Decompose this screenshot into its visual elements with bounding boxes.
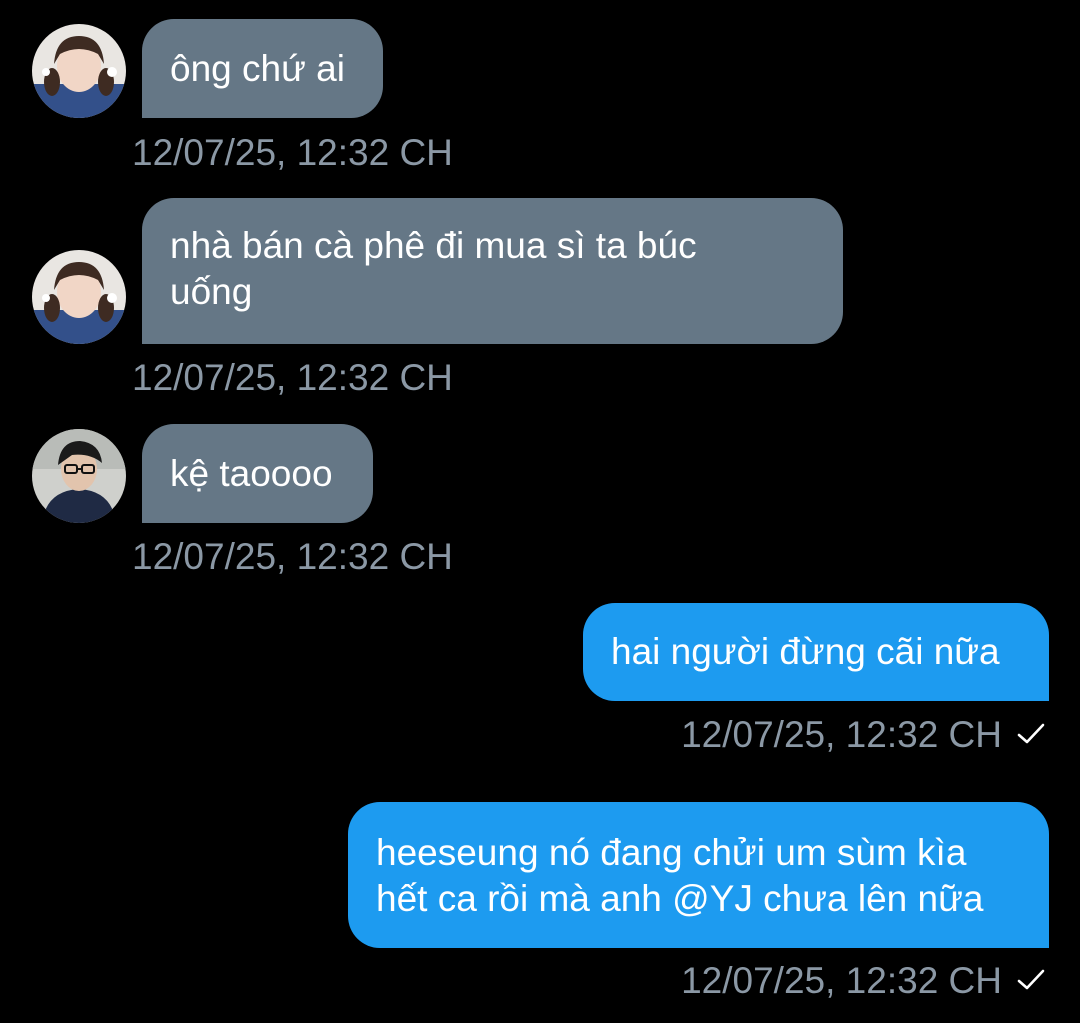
message-timestamp: 12/07/25, 12:32 CH bbox=[132, 132, 453, 173]
message-timestamp-row: 12/07/25, 12:32 CH bbox=[681, 713, 1046, 759]
incoming-message-bubble[interactable]: nhà bán cà phê đi mua sì ta búc uống bbox=[142, 198, 843, 344]
message-timestamp-row: 12/07/25, 12:32 CH bbox=[681, 959, 1046, 1005]
message-text-line: nhà bán cà phê đi mua sì ta búc bbox=[170, 225, 697, 266]
message-text-line: uống bbox=[170, 271, 253, 312]
outgoing-message-bubble[interactable]: hai người đừng cãi nữa bbox=[583, 603, 1049, 701]
incoming-message-bubble[interactable]: ông chứ ai bbox=[142, 19, 383, 118]
message-timestamp: 12/07/25, 12:32 CH bbox=[681, 714, 1002, 755]
message-text-line: hết ca rồi mà anh @YJ chưa lên nữa bbox=[376, 878, 984, 919]
chat-thread: ông chứ ai 12/07/25, 12:32 CH nhà bán cà… bbox=[0, 0, 1080, 1023]
message-text: hai người đừng cãi nữa bbox=[611, 631, 1000, 672]
avatar[interactable] bbox=[32, 24, 126, 118]
check-icon bbox=[1016, 712, 1046, 756]
outgoing-message-bubble[interactable]: heeseung nó đang chửi um sùm kìa hết ca … bbox=[348, 802, 1049, 948]
incoming-message-bubble[interactable]: kệ taoooo bbox=[142, 424, 373, 523]
avatar-girl-pigtails-icon bbox=[32, 24, 126, 118]
avatar-boy-glasses-icon bbox=[32, 429, 126, 523]
avatar-girl-pigtails-icon bbox=[32, 250, 126, 344]
message-text: kệ taoooo bbox=[170, 453, 333, 494]
message-timestamp: 12/07/25, 12:32 CH bbox=[681, 960, 1002, 1001]
message-timestamp: 12/07/25, 12:32 CH bbox=[132, 536, 453, 577]
message-text: ông chứ ai bbox=[170, 48, 345, 89]
message-text-line: heeseung nó đang chửi um sùm kìa bbox=[376, 832, 967, 873]
message-timestamp: 12/07/25, 12:32 CH bbox=[132, 357, 453, 398]
avatar[interactable] bbox=[32, 250, 126, 344]
check-icon bbox=[1016, 958, 1046, 1002]
avatar[interactable] bbox=[32, 429, 126, 523]
